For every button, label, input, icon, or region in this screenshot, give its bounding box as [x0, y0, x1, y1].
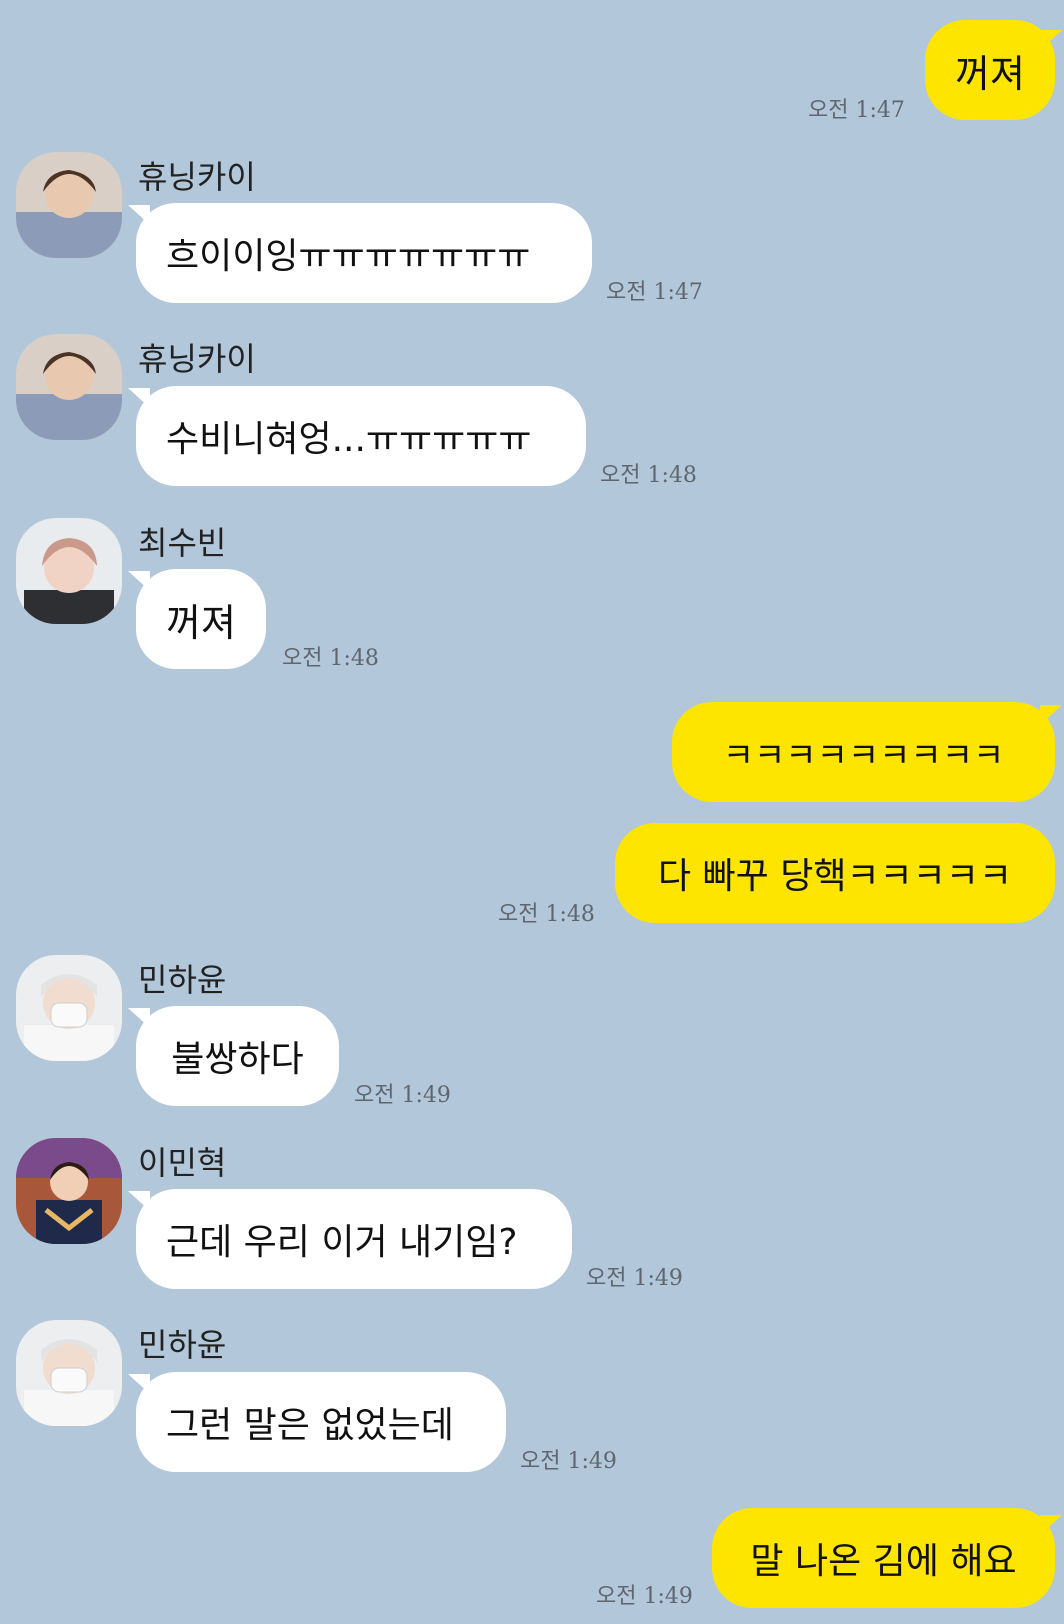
avatar-photo-icon: [16, 1138, 122, 1244]
bubble-tail: [1040, 1515, 1062, 1535]
incoming-message-bubble[interactable]: 꺼져: [136, 569, 266, 669]
avatar[interactable]: [16, 334, 122, 440]
sender-name: 휴닝카이: [138, 340, 256, 378]
message-text: 꺼져: [166, 600, 236, 645]
message-time: 오전 1:49: [354, 1083, 451, 1108]
incoming-message-bubble[interactable]: 불쌍하다: [136, 1006, 339, 1106]
outgoing-message-bubble[interactable]: 말 나온 김에 해요: [712, 1508, 1055, 1608]
avatar-photo-icon: [16, 152, 122, 258]
avatar[interactable]: [16, 152, 122, 258]
avatar-photo-icon: [16, 334, 122, 440]
avatar[interactable]: [16, 1320, 122, 1426]
incoming-message-bubble[interactable]: 흐이이잉ㅠㅠㅠㅠㅠㅠㅠ: [136, 203, 592, 303]
avatar[interactable]: [16, 955, 122, 1061]
message-text: 불쌍하다: [171, 1039, 304, 1080]
incoming-message-bubble[interactable]: 근데 우리 이거 내기임?: [136, 1189, 572, 1289]
message-text: ㅋㅋㅋㅋㅋㅋㅋㅋㅋ: [722, 735, 1005, 776]
incoming-message-bubble[interactable]: 그런 말은 없었는데: [136, 1372, 506, 1472]
message-time: 오전 1:48: [282, 646, 379, 671]
bubble-tail: [1040, 30, 1062, 50]
message-time: 오전 1:49: [596, 1584, 693, 1609]
sender-name: 민하윤: [138, 1326, 227, 1364]
message-time: 오전 1:48: [600, 463, 697, 488]
avatar-photo-icon: [16, 1320, 122, 1426]
sender-name: 최수빈: [138, 524, 227, 562]
outgoing-message-bubble[interactable]: ㅋㅋㅋㅋㅋㅋㅋㅋㅋ: [672, 702, 1055, 802]
message-time: 오전 1:47: [808, 98, 905, 123]
sender-name: 휴닝카이: [138, 158, 256, 196]
avatar[interactable]: [16, 1138, 122, 1244]
sender-name: 민하윤: [138, 961, 227, 999]
message-text: 다 빠꾸 당핵ㅋㅋㅋㅋㅋ: [657, 856, 1013, 897]
message-time: 오전 1:49: [586, 1266, 683, 1291]
message-text: 말 나온 김에 해요: [750, 1541, 1017, 1582]
message-time: 오전 1:48: [498, 902, 595, 927]
avatar-photo-icon: [16, 518, 122, 624]
message-text: 근데 우리 이거 내기임?: [166, 1222, 518, 1263]
message-time: 오전 1:47: [606, 280, 703, 305]
outgoing-message-bubble[interactable]: 다 빠꾸 당핵ㅋㅋㅋㅋㅋ: [615, 823, 1055, 923]
avatar-photo-icon: [16, 955, 122, 1061]
message-text: 수비니혀엉...ㅠㅠㅠㅠㅠ: [166, 419, 532, 460]
message-text: 그런 말은 없었는데: [166, 1405, 454, 1446]
message-text: 꺼져: [955, 51, 1025, 96]
outgoing-message-bubble[interactable]: 꺼져: [925, 20, 1055, 120]
message-text: 흐이이잉ㅠㅠㅠㅠㅠㅠㅠ: [166, 236, 531, 277]
incoming-message-bubble[interactable]: 수비니혀엉...ㅠㅠㅠㅠㅠ: [136, 386, 586, 486]
bubble-tail: [1040, 705, 1062, 725]
message-time: 오전 1:49: [520, 1449, 617, 1474]
avatar[interactable]: [16, 518, 122, 624]
sender-name: 이민혁: [138, 1144, 227, 1182]
